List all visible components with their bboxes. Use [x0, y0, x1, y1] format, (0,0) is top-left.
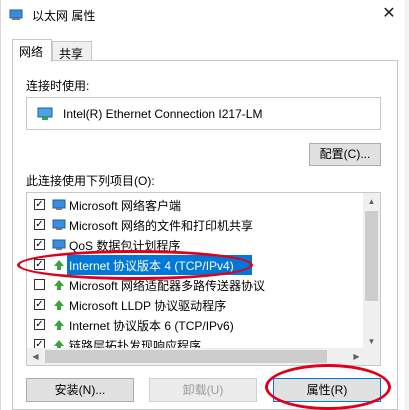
checkbox[interactable]: ✓ [34, 319, 45, 330]
properties-dialog: 以太网 属性 ✕ 网络 共享 连接时使用: Intel(R) Ethernet … [0, 0, 409, 410]
tab-network[interactable]: 网络 [12, 39, 52, 62]
list-item[interactable]: ✓ Internet 协议版本 4 (TCP/IPv4) [27, 255, 364, 275]
qos-icon [52, 239, 66, 250]
scroll-thumb[interactable] [45, 350, 327, 363]
checkbox[interactable] [34, 279, 45, 290]
tab-sharing[interactable]: 共享 [52, 41, 92, 61]
scroll-up-icon[interactable]: ▲ [363, 193, 380, 210]
network-adapter-icon [9, 9, 23, 20]
window-edge [405, 0, 409, 410]
items-label: 此连接使用下列项目(O): [26, 174, 155, 188]
scroll-corner [363, 348, 380, 365]
adapter-box: Intel(R) Ethernet Connection I217-LM [26, 97, 381, 130]
uninstall-button[interactable]: 卸载(U) [149, 378, 257, 402]
network-client-icon [52, 199, 66, 210]
network-adapter-icon [37, 107, 53, 120]
item-label: Microsoft LLDP 协议驱动程序 [69, 299, 227, 313]
configure-button[interactable]: 配置(C)... [309, 143, 381, 166]
list-item[interactable]: ✓ Microsoft 网络的文件和打印机共享 [27, 215, 364, 235]
close-button[interactable]: ✕ [378, 4, 400, 24]
checkbox[interactable]: ✓ [34, 199, 45, 210]
checkbox[interactable]: ✓ [34, 299, 45, 310]
protocol-icon [54, 280, 64, 290]
horizontal-scrollbar[interactable]: ◀ ▶ [27, 348, 365, 365]
vertical-scrollbar[interactable]: ▲ ▼ [363, 193, 380, 350]
item-label: QoS 数据包计划程序 [69, 239, 181, 253]
list-item[interactable]: ✓ Microsoft 网络客户端 [27, 195, 364, 215]
scroll-left-icon[interactable]: ◀ [27, 348, 44, 365]
protocol-icon [54, 320, 64, 330]
properties-button[interactable]: 属性(R) [273, 378, 381, 402]
list-item[interactable]: ✓ Internet 协议版本 6 (TCP/IPv6) [27, 315, 364, 335]
item-label: Microsoft 网络客户端 [69, 199, 182, 213]
adapter-name: Intel(R) Ethernet Connection I217-LM [63, 107, 263, 121]
item-label: Internet 协议版本 4 (TCP/IPv4) [69, 259, 234, 273]
file-printer-share-icon [52, 219, 66, 230]
items-list: ✓ Microsoft 网络客户端 ✓ Microsoft 网络的文件和打印机共… [26, 192, 381, 366]
protocol-icon [54, 260, 64, 270]
item-label: Microsoft 网络适配器多路传送器协议 [69, 279, 266, 293]
checkbox[interactable]: ✓ [34, 239, 45, 250]
list-item[interactable]: ✓ Microsoft LLDP 协议驱动程序 [27, 295, 364, 315]
checkbox[interactable]: ✓ [34, 219, 45, 230]
list-item[interactable]: Microsoft 网络适配器多路传送器协议 [27, 275, 364, 295]
window-title: 以太网 属性 [32, 9, 96, 23]
item-label: Microsoft 网络的文件和打印机共享 [69, 219, 254, 233]
protocol-icon [54, 300, 64, 310]
install-button[interactable]: 安装(N)... [26, 378, 134, 402]
connect-using-label: 连接时使用: [26, 79, 90, 93]
list-item[interactable]: ✓ QoS 数据包计划程序 [27, 235, 364, 255]
title-bar: 以太网 属性 ✕ [1, 0, 409, 30]
scroll-thumb[interactable] [365, 211, 378, 301]
item-label: Internet 协议版本 6 (TCP/IPv6) [69, 319, 234, 333]
checkbox[interactable]: ✓ [34, 259, 45, 270]
